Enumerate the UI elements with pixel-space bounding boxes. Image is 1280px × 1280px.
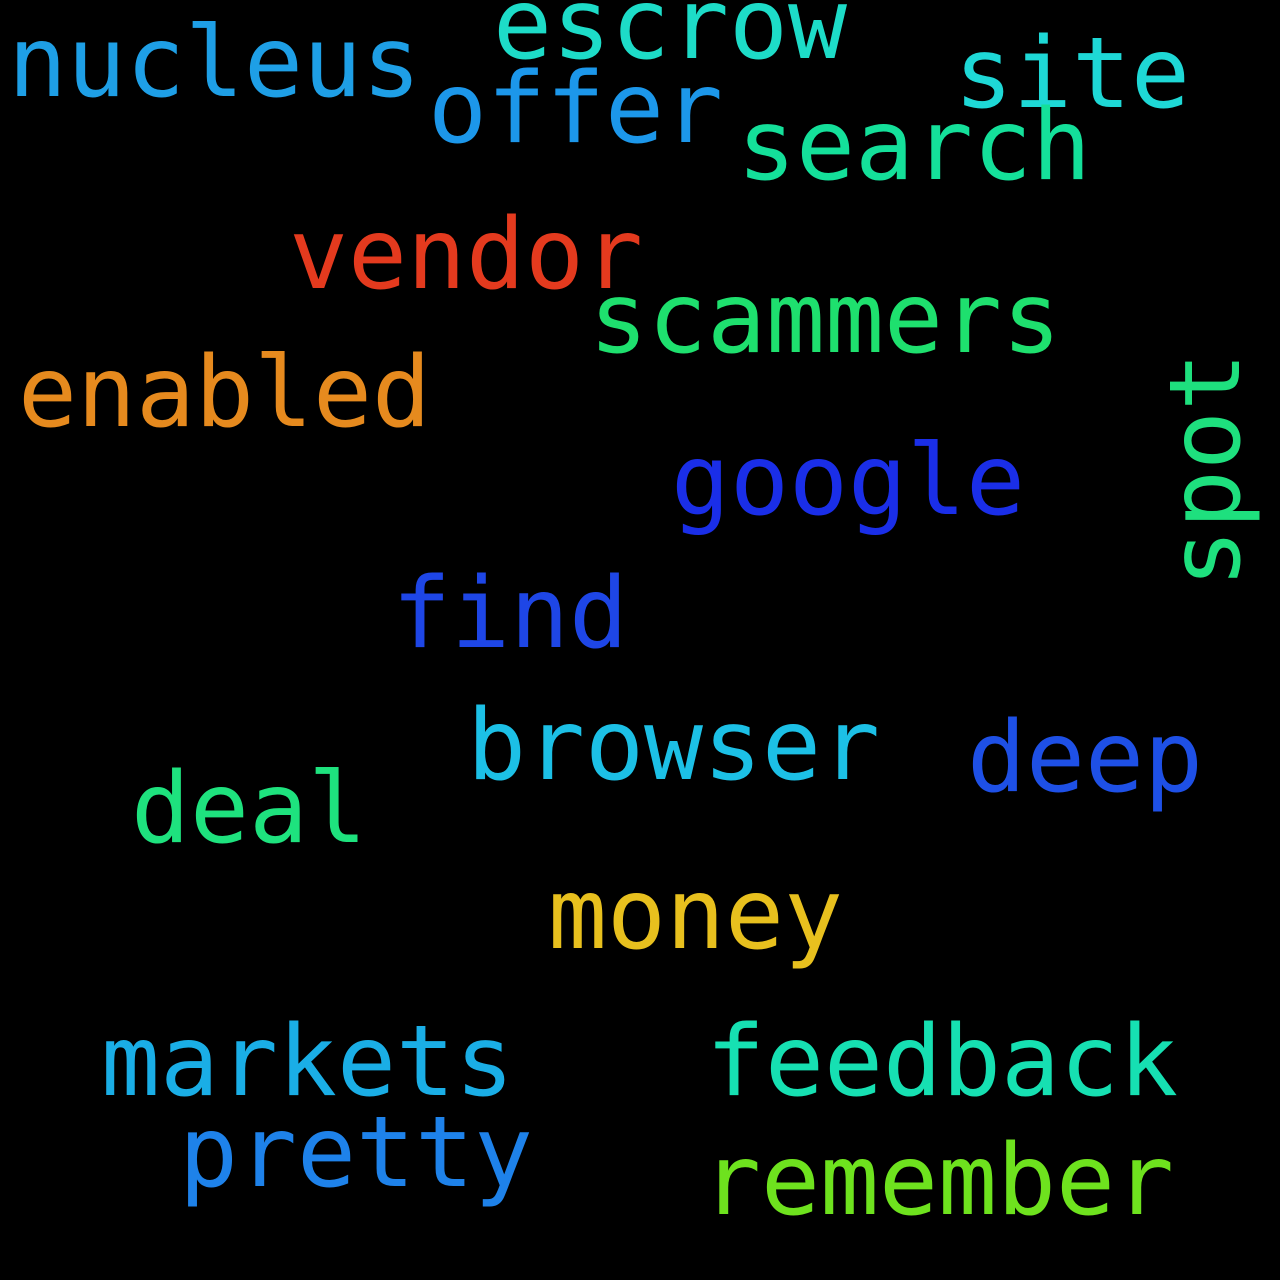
word-nucleus: nucleus [8,6,422,120]
word-search: search [737,89,1092,203]
word-deal: deal [131,752,368,866]
word-browser: browser [467,689,881,803]
word-enabled: enabled [18,336,432,450]
word-feedback: feedback [706,1005,1179,1119]
word-cloud: escrow nucleus site offer search vendor … [0,0,1280,1280]
word-money: money [548,858,844,972]
word-spot: spot [1149,351,1263,588]
word-deep: deep [967,701,1204,815]
word-offer: offer [428,52,724,166]
word-pretty: pretty [179,1096,534,1210]
word-google: google [671,424,1026,538]
word-find: find [392,557,629,671]
word-scammers: scammers [589,262,1062,376]
word-remember: remember [702,1124,1175,1238]
